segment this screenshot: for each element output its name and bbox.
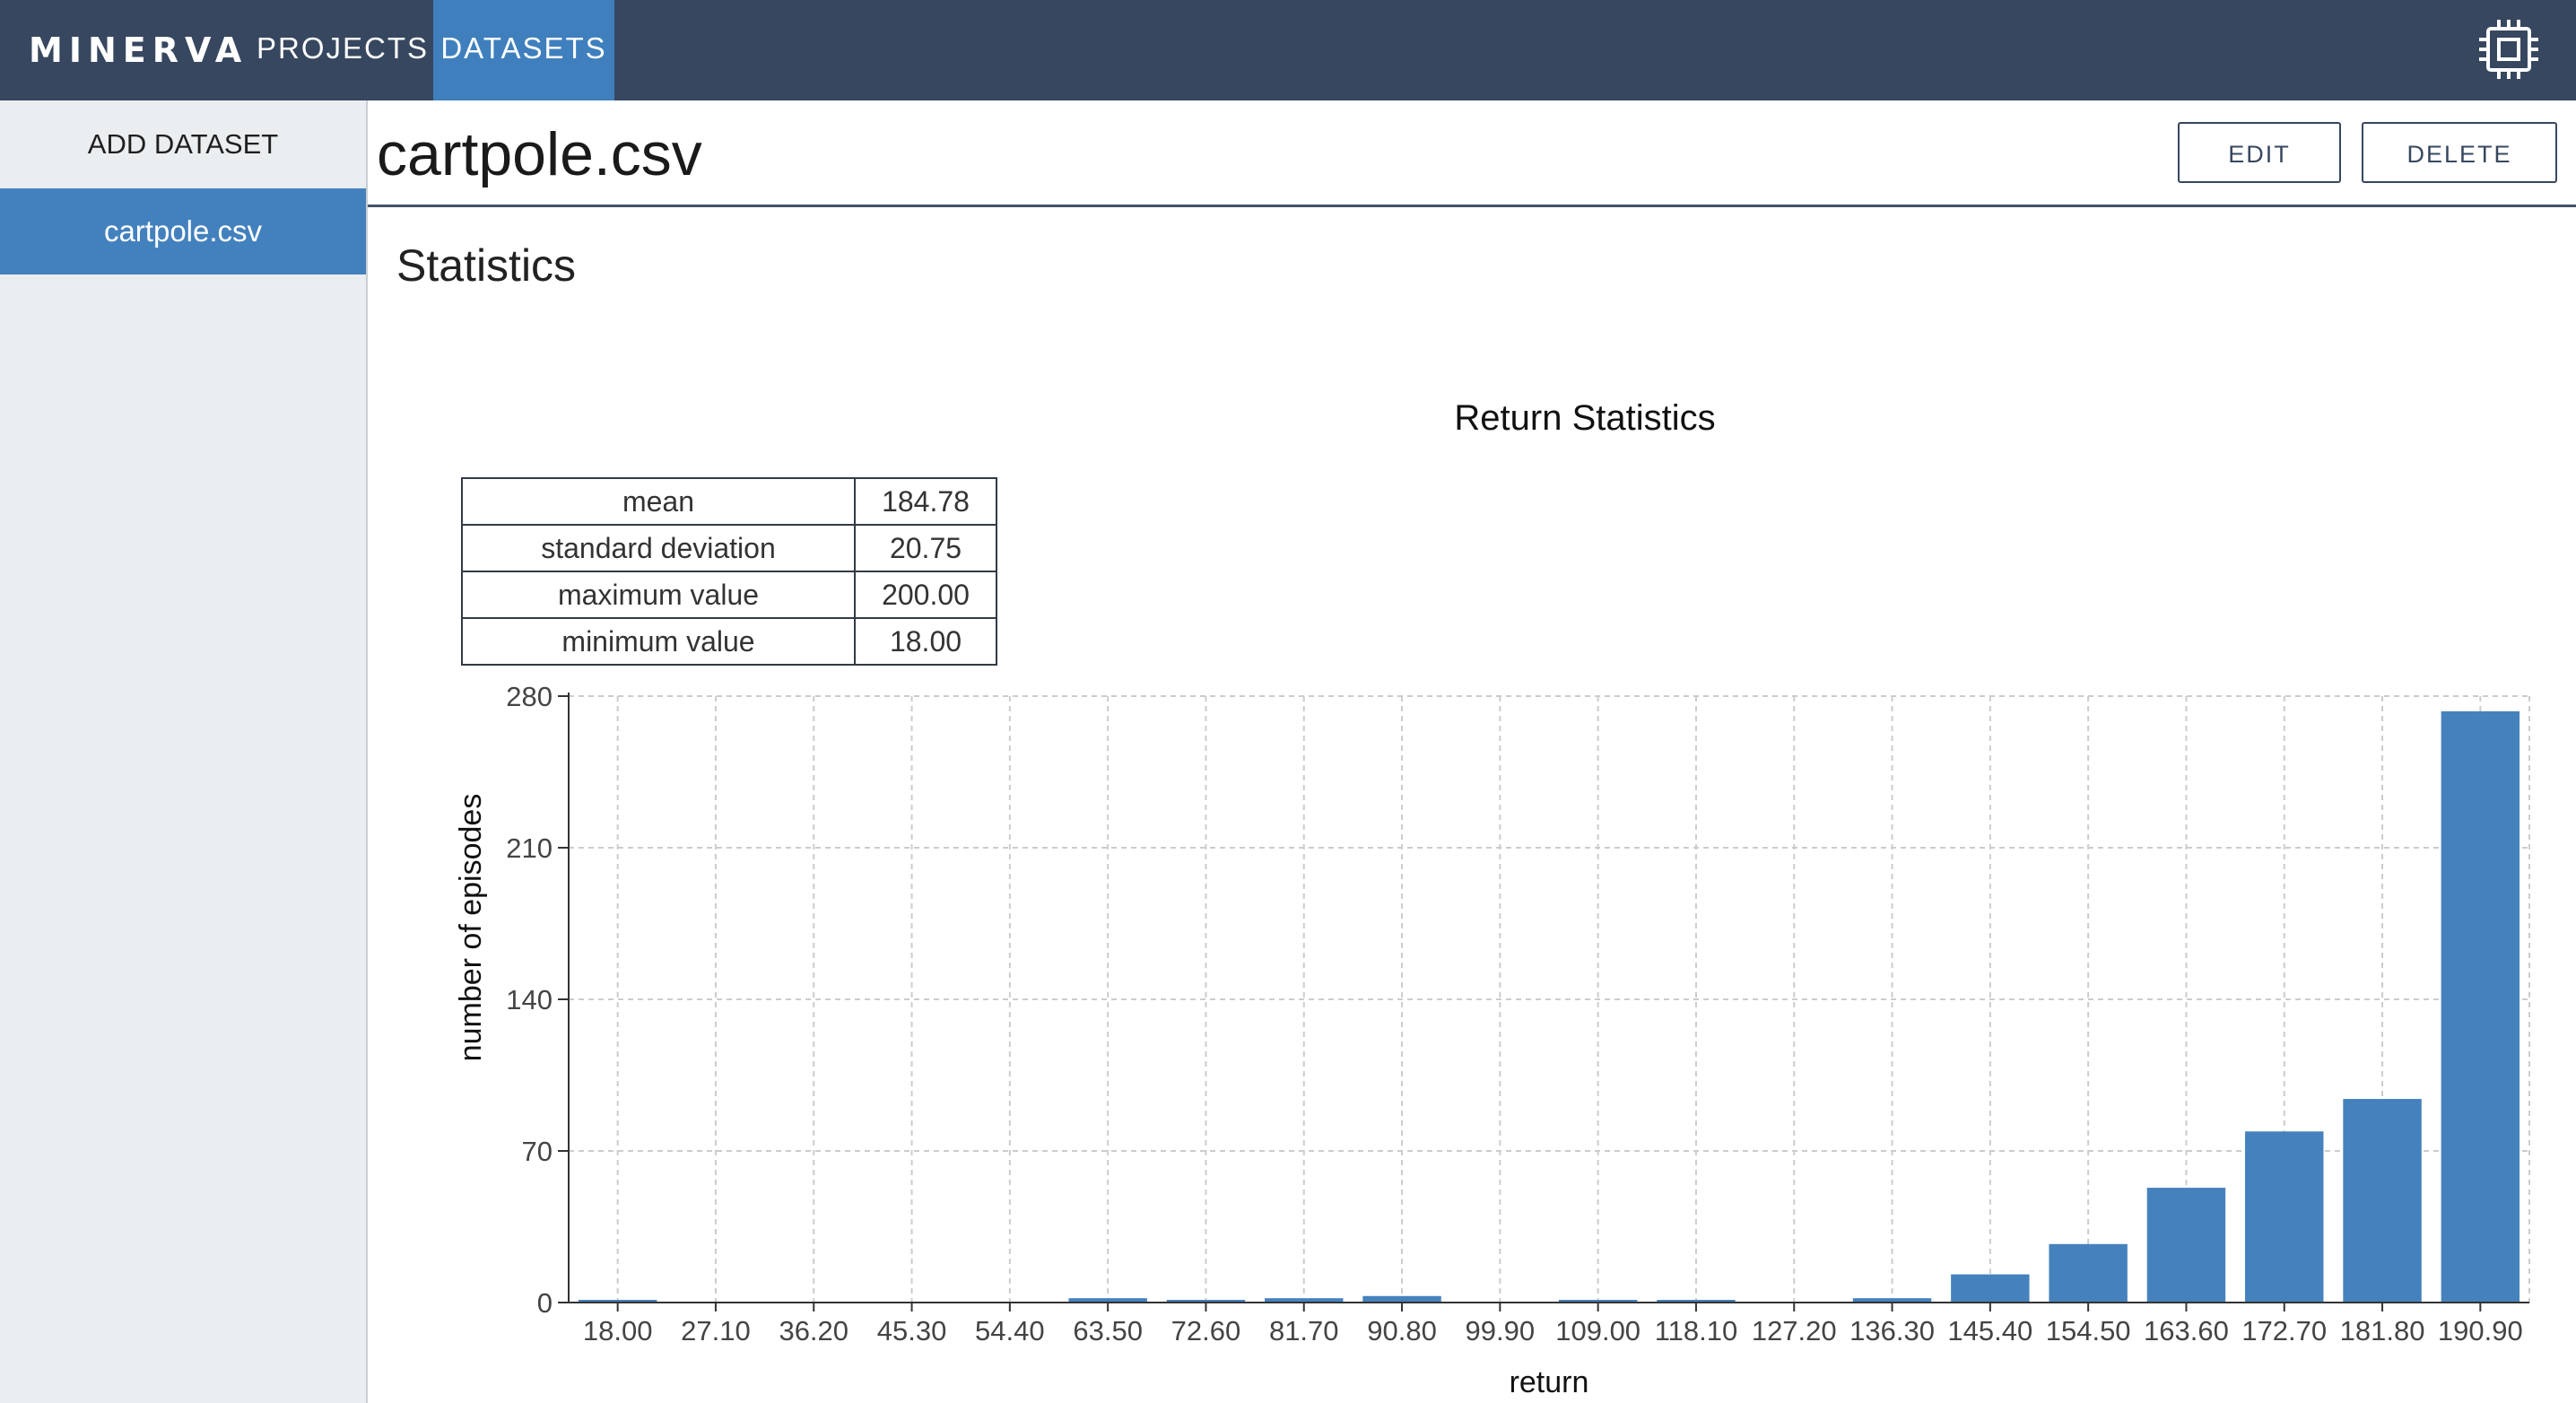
x-tick-label: 154.50 (2046, 1315, 2131, 1346)
y-tick-label: 70 (522, 1136, 553, 1167)
y-tick-label: 0 (537, 1287, 553, 1319)
x-tick-label: 54.40 (975, 1315, 1045, 1346)
y-axis-title: number of episodes (454, 794, 488, 1062)
x-tick-label: 45.30 (877, 1315, 947, 1346)
x-tick-label: 81.70 (1269, 1315, 1339, 1346)
histogram-bar (1951, 1274, 2030, 1303)
x-tick-label: 190.90 (2438, 1315, 2523, 1346)
x-tick-label: 90.80 (1367, 1315, 1437, 1346)
x-tick-label: 118.10 (1655, 1315, 1738, 1346)
x-tick-label: 72.60 (1171, 1315, 1241, 1346)
x-tick-label: 18.00 (583, 1315, 653, 1346)
x-tick-label: 27.10 (681, 1315, 751, 1346)
x-tick-label: 109.00 (1555, 1315, 1640, 1346)
x-tick-label: 99.90 (1466, 1315, 1536, 1346)
x-tick-label: 127.20 (1752, 1315, 1837, 1346)
histogram-bar (1362, 1295, 1441, 1303)
y-tick-label: 210 (506, 832, 553, 864)
x-tick-label: 145.40 (1947, 1315, 2032, 1346)
x-axis-title: return (1510, 1365, 1589, 1399)
y-tick-label: 140 (506, 984, 553, 1015)
x-tick-label: 172.70 (2241, 1315, 2327, 1346)
x-tick-label: 136.30 (1849, 1315, 1935, 1346)
histogram-bar (2441, 710, 2520, 1303)
histogram-bar (2343, 1099, 2422, 1303)
histogram-bar (2049, 1243, 2128, 1303)
x-tick-label: 181.80 (2340, 1315, 2425, 1346)
x-tick-label: 36.20 (779, 1315, 849, 1346)
x-tick-label: 63.50 (1073, 1315, 1143, 1346)
histogram-bar (2146, 1188, 2226, 1303)
return-histogram: 0 70 140 210 280 18.00 27.10 36.20 45.30 54.40 63.… (454, 681, 2530, 1399)
histogram-bar (2245, 1131, 2324, 1303)
y-tick-label: 280 (506, 681, 553, 712)
x-tick-label: 163.60 (2144, 1315, 2229, 1346)
